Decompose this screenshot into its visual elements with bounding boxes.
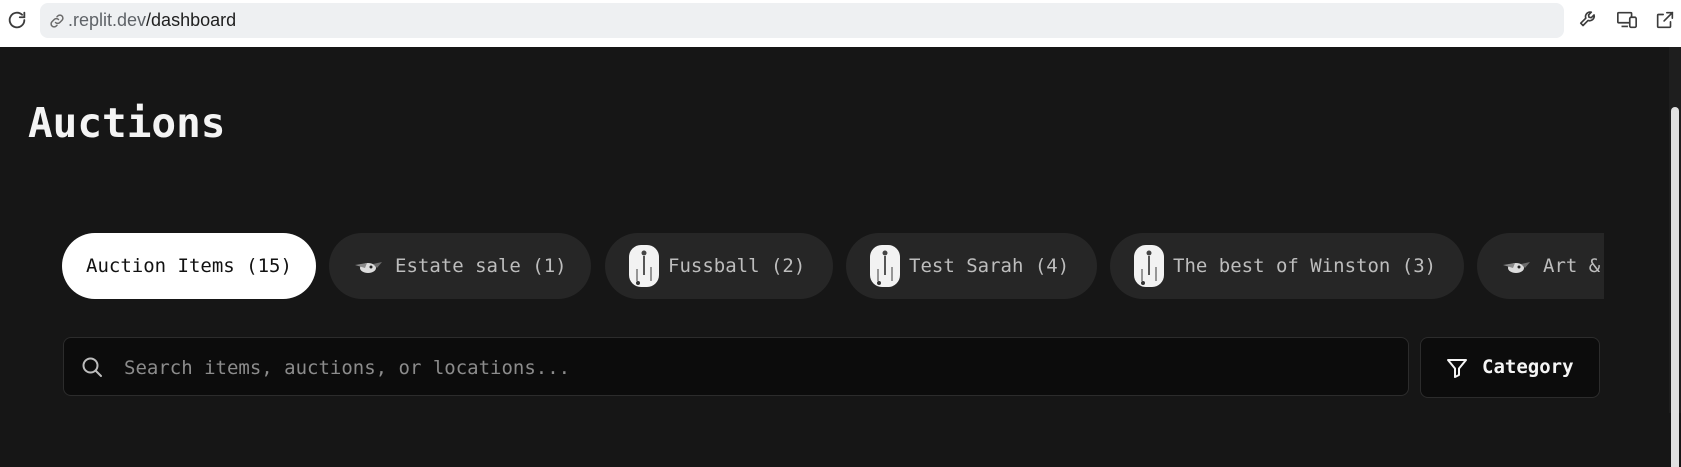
address-bar[interactable]: .replit.dev/dashboard (40, 3, 1564, 38)
tab-label: Estate sale (1) (395, 255, 567, 277)
tab-auction-items[interactable]: Auction Items (15) (62, 233, 316, 299)
tab-test-sarah[interactable]: Test Sarah (4) (846, 233, 1097, 299)
url-path: /dashboard (146, 10, 237, 30)
scrollbar-thumb[interactable] (1671, 107, 1679, 467)
search-box (63, 337, 1409, 397)
tab-art[interactable]: Art & (1477, 233, 1604, 299)
devices-icon[interactable] (1616, 9, 1638, 31)
tab-estate-sale[interactable]: Estate sale (1) (329, 233, 591, 299)
search-icon (82, 357, 102, 377)
search-input[interactable] (122, 338, 1386, 397)
figure-image (629, 245, 659, 287)
page-title: Auctions (28, 99, 226, 147)
tab-label: Fussball (2) (668, 255, 806, 277)
tab-label: Auction Items (15) (86, 255, 292, 277)
link-icon (50, 14, 64, 28)
page-scrollbar[interactable] (1669, 47, 1681, 467)
tab-fussball[interactable]: Fussball (2) (605, 233, 833, 299)
tab-label: Art & (1543, 255, 1601, 277)
bird-icon (1503, 262, 1530, 273)
figure-image (1134, 245, 1164, 287)
category-filter-button[interactable]: Category (1420, 337, 1600, 398)
filter-icon (1447, 359, 1467, 378)
reload-icon[interactable] (6, 9, 28, 31)
category-label: Category (1482, 356, 1574, 378)
auction-tabs: Auction Items (15) Estate sale (1) Fussb… (62, 233, 1604, 301)
tab-label: The best of Winston (3) (1173, 255, 1437, 277)
wrench-icon[interactable] (1578, 9, 1600, 31)
url-host: .replit.dev (68, 10, 147, 30)
url-text: .replit.dev/dashboard (68, 3, 236, 38)
tab-label: Test Sarah (4) (909, 255, 1070, 277)
bird-icon (355, 262, 382, 273)
figure-image (870, 245, 900, 287)
browser-toolbar: .replit.dev/dashboard (0, 0, 1681, 47)
tab-best-of-winston[interactable]: The best of Winston (3) (1110, 233, 1464, 299)
open-external-icon[interactable] (1654, 9, 1676, 31)
